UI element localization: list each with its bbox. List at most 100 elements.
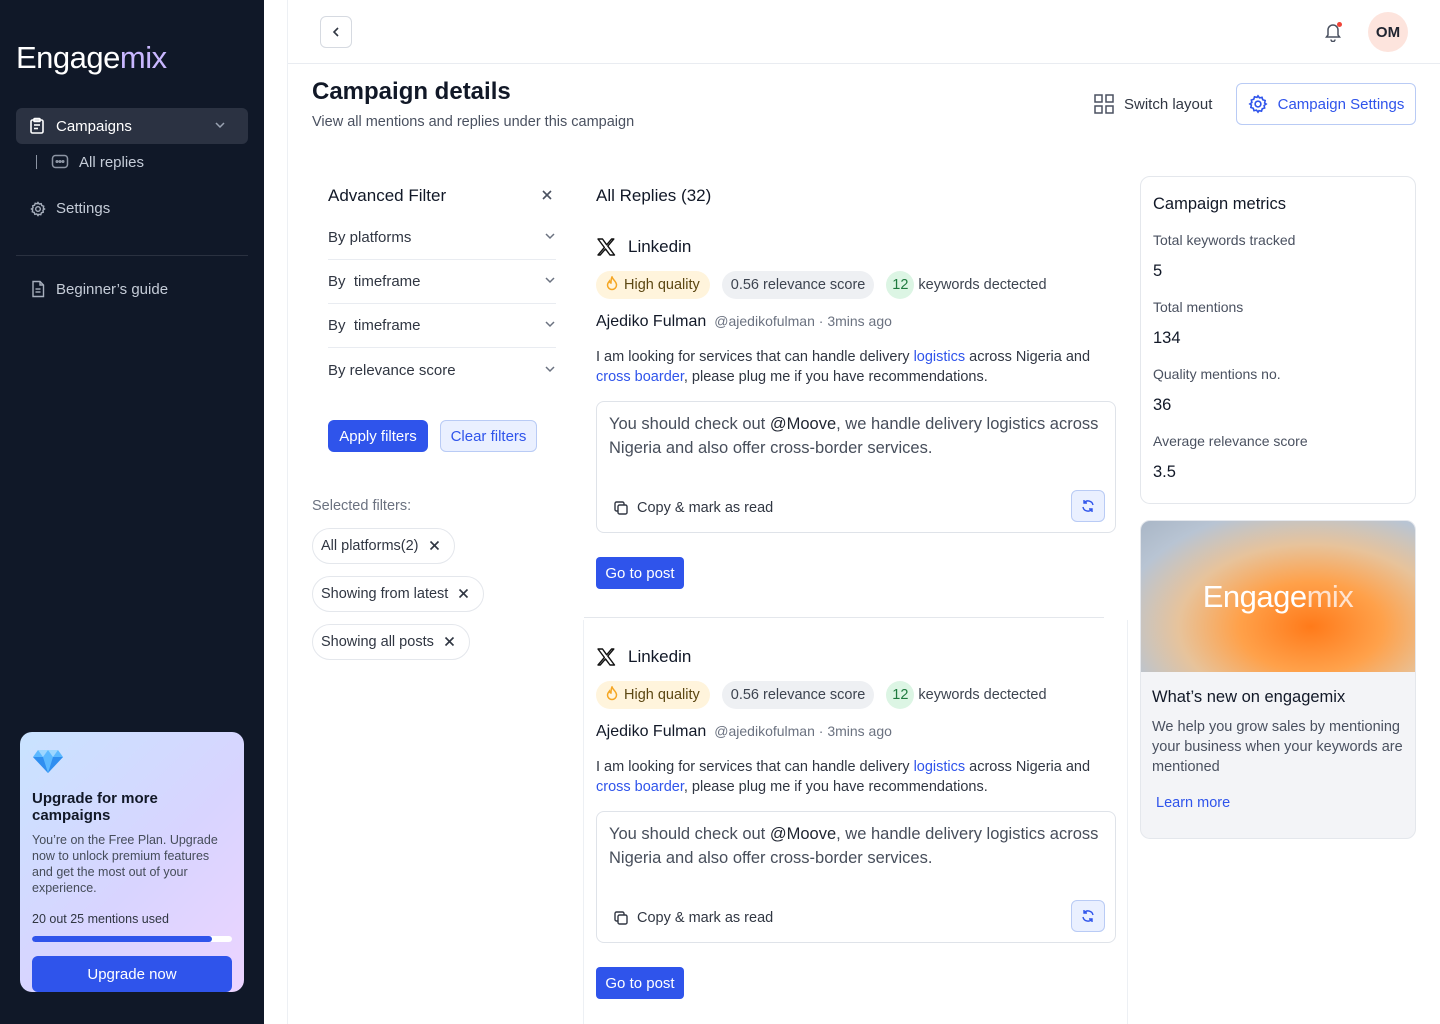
metric-value: 134 bbox=[1153, 329, 1181, 347]
chat-icon bbox=[51, 154, 69, 169]
post-text: I am looking for services that can handl… bbox=[596, 759, 1091, 795]
upgrade-now-button[interactable]: Upgrade now bbox=[32, 956, 232, 992]
sidebar-item-settings[interactable]: Settings bbox=[30, 200, 110, 217]
upgrade-text: You’re on the Free Plan. Upgrade now to … bbox=[32, 833, 218, 895]
sidebar-item-beginners-guide[interactable]: Beginner’s guide bbox=[30, 280, 168, 298]
gear-icon bbox=[1248, 94, 1268, 114]
chevron-down-icon bbox=[544, 229, 556, 246]
reply-text: You should check out @Moove, we handle d… bbox=[609, 825, 1099, 867]
back-button[interactable] bbox=[320, 16, 352, 48]
post-text: I am looking for services that can handl… bbox=[596, 349, 1091, 385]
whats-new-title: What’s new on engagemix bbox=[1152, 688, 1346, 706]
page-title: Campaign details bbox=[312, 78, 511, 105]
copy-mark-read-button[interactable]: Copy & mark as read bbox=[613, 910, 773, 926]
selected-filters-label: Selected filters: bbox=[312, 498, 412, 514]
top-bar: OM bbox=[288, 0, 1440, 64]
chevron-down-icon bbox=[214, 118, 236, 135]
close-icon[interactable] bbox=[540, 188, 554, 207]
filter-timeframe[interactable]: By timeframe bbox=[328, 260, 556, 304]
campaign-metrics-card: Campaign metrics Total keywords tracked … bbox=[1140, 176, 1416, 504]
filter-chip: Showing from latest bbox=[312, 576, 485, 612]
chevron-left-icon bbox=[332, 27, 339, 37]
sidebar-item-campaigns[interactable]: Campaigns bbox=[16, 108, 248, 144]
filter-label: By platforms bbox=[328, 229, 412, 246]
keyword-link[interactable]: cross boarder bbox=[596, 779, 684, 795]
quality-badge: High quality bbox=[596, 681, 710, 709]
go-to-post-button[interactable]: Go to post bbox=[596, 557, 684, 589]
metric-value: 36 bbox=[1153, 396, 1172, 414]
upgrade-card: Upgrade for more campaigns You’re on the… bbox=[20, 732, 244, 992]
regenerate-button[interactable] bbox=[1071, 490, 1105, 522]
relevance-badge: 0.56 relevance score bbox=[721, 271, 875, 299]
keyword-link[interactable]: logistics bbox=[914, 759, 966, 775]
regenerate-button[interactable] bbox=[1071, 900, 1105, 932]
metric-label: Total keywords tracked bbox=[1153, 232, 1296, 248]
filter-relevance[interactable]: By relevance score bbox=[328, 348, 556, 392]
diamond-icon bbox=[32, 748, 232, 780]
keyword-link[interactable]: logistics bbox=[914, 349, 966, 365]
filter-timeframe[interactable]: By timeframe bbox=[328, 304, 556, 348]
clear-filters-button[interactable]: Clear filters bbox=[440, 420, 537, 452]
close-icon[interactable] bbox=[458, 586, 469, 603]
author-name: Ajediko Fulman bbox=[596, 723, 707, 740]
author-handle: @ajedikofulman · 3mins ago bbox=[714, 313, 892, 329]
flame-icon bbox=[606, 275, 618, 294]
upgrade-title: Upgrade for more campaigns bbox=[32, 790, 158, 824]
notification-button[interactable] bbox=[1324, 22, 1342, 47]
refresh-icon bbox=[1082, 500, 1094, 512]
keyword-link[interactable]: cross boarder bbox=[596, 369, 684, 385]
chevron-down-icon bbox=[544, 362, 556, 379]
copy-icon bbox=[614, 501, 628, 515]
apply-filters-button[interactable]: Apply filters bbox=[328, 420, 428, 452]
divider bbox=[583, 620, 584, 1024]
reply-card: Linkedin High quality 0.56 relevance sco… bbox=[596, 645, 1116, 999]
metrics-title: Campaign metrics bbox=[1153, 195, 1286, 213]
metric-label: Total mentions bbox=[1153, 299, 1244, 315]
keywords-count-badge: 12 bbox=[886, 681, 915, 709]
refresh-icon bbox=[1082, 910, 1094, 922]
filter-chip-label: All platforms(2) bbox=[321, 538, 419, 554]
whats-new-card: Engage mix What’s new on engagemix We hel… bbox=[1140, 520, 1416, 839]
sidebar-item-label: Campaigns bbox=[56, 117, 132, 135]
whats-new-banner: Engage mix bbox=[1141, 521, 1415, 672]
chevron-down-icon bbox=[544, 317, 556, 334]
quality-badge: High quality bbox=[596, 271, 710, 299]
whats-new-text: We help you grow sales by mentioning you… bbox=[1152, 719, 1403, 775]
keywords-count-badge: 12 bbox=[886, 271, 915, 299]
notification-dot bbox=[1337, 22, 1342, 27]
avatar[interactable]: OM bbox=[1368, 12, 1408, 52]
campaign-settings-button[interactable]: Campaign Settings bbox=[1236, 83, 1416, 125]
document-icon bbox=[32, 280, 45, 298]
logo[interactable]: Engagemix bbox=[16, 40, 167, 76]
reply-text: You should check out @Moove, we handle d… bbox=[609, 415, 1099, 457]
page-subtitle: View all mentions and replies under this… bbox=[312, 114, 635, 130]
divider bbox=[584, 617, 1104, 618]
relevance-badge: 0.56 relevance score bbox=[721, 681, 875, 709]
filter-platforms[interactable]: By platforms bbox=[328, 216, 556, 260]
sidebar-item-label: All replies bbox=[79, 153, 145, 171]
metric-label: Quality mentions no. bbox=[1153, 366, 1281, 382]
reply-suggestion[interactable]: You should check out @Moove, we handle d… bbox=[596, 401, 1116, 533]
go-to-post-button[interactable]: Go to post bbox=[596, 967, 684, 999]
campaign-settings-label: Campaign Settings bbox=[1277, 95, 1405, 113]
learn-more-link[interactable]: Learn more bbox=[1156, 795, 1404, 811]
sidebar-item-all-replies[interactable]: All replies bbox=[36, 150, 144, 174]
reply-card: Linkedin High quality 0.56 relevance sco… bbox=[596, 235, 1116, 589]
reply-suggestion[interactable]: You should check out @Moove, we handle d… bbox=[596, 811, 1116, 943]
close-icon[interactable] bbox=[429, 538, 440, 555]
switch-layout-button[interactable]: Switch layout bbox=[1094, 94, 1212, 114]
chevron-down-icon bbox=[544, 273, 556, 290]
tree-line bbox=[36, 155, 37, 169]
grid-icon bbox=[1094, 94, 1114, 114]
copy-mark-read-button[interactable]: Copy & mark as read bbox=[613, 500, 773, 516]
usage-progress-fill bbox=[32, 936, 212, 942]
usage-progress bbox=[32, 936, 232, 942]
divider bbox=[287, 0, 288, 1024]
filter-chip: Showing all posts bbox=[312, 624, 470, 660]
filter-chip: All platforms(2) bbox=[312, 528, 455, 564]
author-handle: @ajedikofulman · 3mins ago bbox=[714, 723, 892, 739]
switch-layout-label: Switch layout bbox=[1124, 95, 1213, 113]
divider bbox=[1127, 620, 1128, 1024]
filter-chip-label: Showing from latest bbox=[321, 586, 449, 602]
close-icon[interactable] bbox=[444, 634, 455, 651]
